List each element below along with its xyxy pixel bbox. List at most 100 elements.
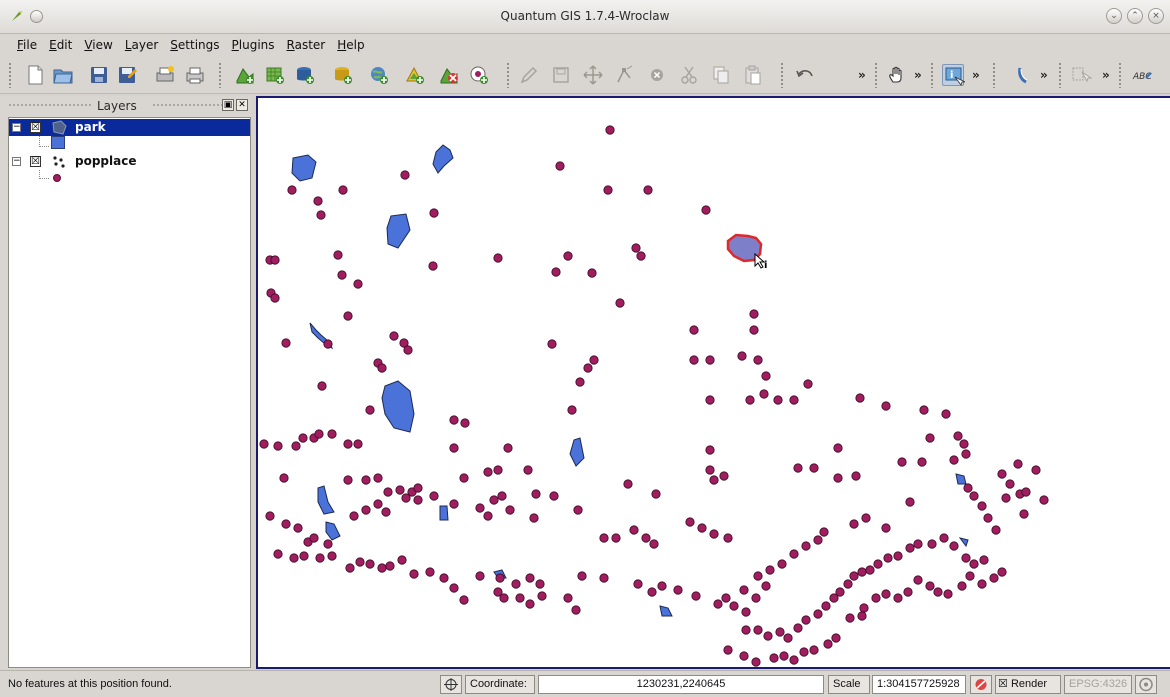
save-project-icon[interactable] [88, 64, 110, 86]
close-button[interactable]: × [1148, 8, 1164, 24]
copy-features-icon[interactable] [710, 64, 732, 86]
layer-row-park[interactable]: − ☒ park [9, 119, 250, 136]
collapse-icon[interactable]: − [12, 157, 21, 166]
popplace-point [495, 573, 505, 583]
remove-layer-icon[interactable] [438, 64, 460, 86]
coordinate-toggle-icon[interactable] [440, 675, 462, 694]
toolbar-overflow-button[interactable]: » [858, 68, 866, 82]
layers-tree[interactable]: − ☒ park − ☒ popplace [8, 117, 251, 668]
measure-icon[interactable] [1014, 64, 1036, 86]
edit-pencil-icon[interactable] [518, 64, 540, 86]
label-icon[interactable]: ABC [1132, 64, 1154, 86]
popplace-point [739, 585, 749, 595]
popplace-point [505, 505, 515, 515]
popplace-point [475, 503, 485, 513]
popplace-point [633, 579, 643, 589]
maximize-button[interactable]: ⌃ [1127, 8, 1143, 24]
open-project-icon[interactable] [52, 64, 74, 86]
print-icon[interactable] [184, 64, 206, 86]
scale-field[interactable]: 1:304157725928 [872, 675, 966, 694]
coordinate-field[interactable]: 1230231,2240645 [538, 675, 824, 694]
menu-view[interactable]: View [79, 36, 117, 54]
toolbar-grip[interactable] [874, 62, 878, 88]
projection-icon[interactable] [1135, 675, 1157, 694]
map-rendering[interactable]: i [258, 98, 1170, 669]
map-canvas[interactable]: i [256, 96, 1170, 669]
toolbar-overflow-button[interactable]: » [972, 68, 980, 82]
layer-visibility-checkbox[interactable]: ☒ [30, 122, 41, 133]
toolbar-grip[interactable] [8, 62, 12, 88]
stop-render-icon[interactable] [970, 675, 992, 694]
popplace-point [705, 355, 715, 365]
popplace-point [599, 573, 609, 583]
toolbar-grip[interactable] [1118, 62, 1122, 88]
popplace-point [949, 455, 959, 465]
menu-help[interactable]: Help [332, 36, 369, 54]
identify-icon[interactable]: i [942, 64, 965, 86]
menu-layer[interactable]: Layer [120, 36, 163, 54]
popplace-point [503, 443, 513, 453]
add-wfs-layer-icon[interactable] [404, 64, 426, 86]
popplace-point [651, 489, 661, 499]
layer-row-popplace[interactable]: − ☒ popplace [9, 153, 250, 170]
popplace-point [629, 525, 639, 535]
undo-icon[interactable] [794, 64, 816, 86]
paste-features-icon[interactable] [742, 64, 764, 86]
popplace-point [977, 501, 987, 511]
menu-raster[interactable]: Raster [282, 36, 331, 54]
popplace-point [723, 645, 733, 655]
delete-selected-icon[interactable] [646, 64, 668, 86]
popplace-point [298, 433, 308, 443]
move-feature-icon[interactable] [582, 64, 604, 86]
crs-status[interactable]: EPSG:4326 [1064, 675, 1132, 694]
collapse-icon[interactable]: − [12, 123, 21, 132]
park-polygon [958, 537, 969, 548]
popplace-point [933, 587, 943, 597]
node-tool-icon[interactable] [614, 64, 636, 86]
add-raster-layer-icon[interactable] [264, 64, 286, 86]
toolbar-grip[interactable] [1058, 62, 1062, 88]
minimize-button[interactable]: ⌄ [1106, 8, 1122, 24]
render-checkbox[interactable]: ☒ [998, 678, 1008, 690]
pan-icon[interactable] [886, 64, 908, 86]
layers-panel-header[interactable]: Layers ▣ ✕ [6, 97, 251, 115]
select-icon[interactable] [1070, 64, 1092, 86]
toolbar-grip[interactable] [992, 62, 996, 88]
toolbar-grip[interactable] [506, 62, 510, 88]
cut-features-icon[interactable] [678, 64, 700, 86]
popplace-point [377, 563, 387, 573]
toolbar-overflow-button[interactable]: » [1102, 68, 1110, 82]
save-as-icon[interactable] [116, 64, 138, 86]
add-wms-layer-icon[interactable] [368, 64, 390, 86]
popplace-point [525, 599, 535, 609]
add-postgis-layer-icon[interactable] [294, 64, 316, 86]
new-layer-icon[interactable] [468, 64, 490, 86]
toolbar-grip[interactable] [930, 62, 934, 88]
close-panel-icon[interactable]: ✕ [236, 99, 248, 111]
popplace-point [429, 208, 439, 218]
toolbar-overflow-button[interactable]: » [1040, 68, 1048, 82]
save-edits-icon[interactable] [550, 64, 572, 86]
new-project-icon[interactable] [24, 64, 46, 86]
popplace-point [587, 268, 597, 278]
popplace-point [969, 491, 979, 501]
toolbar-overflow-button[interactable]: » [914, 68, 922, 82]
render-label: Render [1010, 678, 1048, 690]
float-panel-icon[interactable]: ▣ [222, 99, 234, 111]
toolbar-grip[interactable] [218, 62, 222, 88]
popplace-point [327, 551, 337, 561]
menu-settings[interactable]: Settings [165, 36, 224, 54]
menu-plugins[interactable]: Plugins [227, 36, 280, 54]
menu-edit[interactable]: Edit [44, 36, 77, 54]
add-vector-layer-icon[interactable] [234, 64, 256, 86]
park-polygon [386, 213, 411, 249]
status-bar: No features at this position found. Coor… [0, 670, 1170, 697]
popplace-point [705, 395, 715, 405]
print-composer-icon[interactable] [154, 64, 176, 86]
popplace-point [685, 517, 695, 527]
layer-visibility-checkbox[interactable]: ☒ [30, 156, 41, 167]
render-toggle[interactable]: ☒ Render [995, 675, 1061, 694]
add-spatialite-layer-icon[interactable] [332, 64, 354, 86]
toolbar-grip[interactable] [780, 62, 784, 88]
menu-file[interactable]: File [12, 36, 42, 54]
